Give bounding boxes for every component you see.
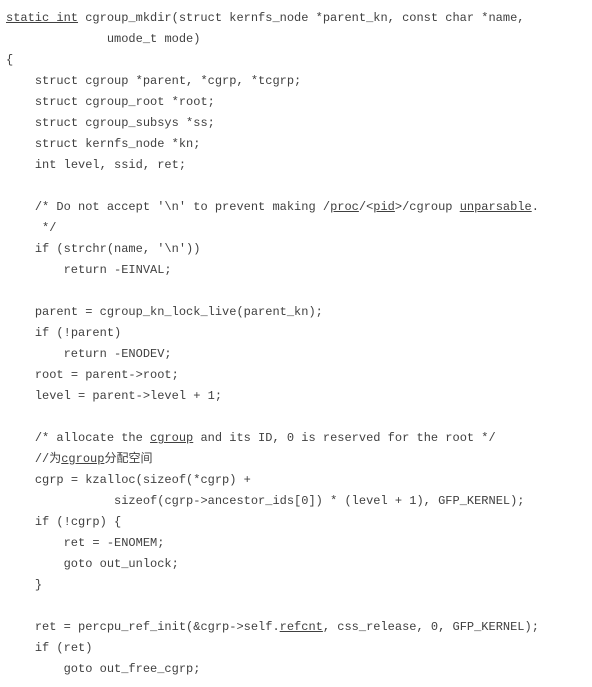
code-segment: umode_t mode)	[107, 32, 201, 46]
code-line: return -EINVAL;	[6, 263, 172, 277]
code-line: goto out_free_cgrp;	[6, 662, 200, 676]
code-segment: if (!parent)	[35, 326, 121, 340]
code-line: if (ret)	[6, 641, 92, 655]
code-line: //为cgroup分配空间	[6, 452, 152, 466]
code-underlined-segment: proc	[330, 200, 359, 214]
code-line: struct kernfs_node *kn;	[6, 137, 200, 151]
source-code-block: static int cgroup_mkdir(struct kernfs_no…	[0, 0, 592, 687]
code-segment: cgroup_mkdir(struct kernfs_node *parent_…	[78, 11, 524, 25]
code-segment: goto out_free_cgrp;	[64, 662, 201, 676]
code-segment: if (strchr(name, '\n'))	[35, 242, 201, 256]
code-line: umode_t mode)	[6, 32, 200, 46]
code-segment: return -EINVAL;	[64, 263, 172, 277]
code-segment: /<	[359, 200, 373, 214]
code-segment: root = parent->root;	[35, 368, 179, 382]
code-line: struct cgroup_subsys *ss;	[6, 116, 215, 130]
code-segment: ret = -ENOMEM;	[64, 536, 165, 550]
code-segment: , css_release, 0, GFP_KERNEL);	[323, 620, 539, 634]
code-segment: /* Do not accept '\n' to prevent making …	[35, 200, 330, 214]
code-underlined-segment: pid	[373, 200, 395, 214]
code-segment: struct cgroup_root *root;	[35, 95, 215, 109]
code-segment: sizeof(cgrp->ancestor_ids[0]) * (level +…	[114, 494, 524, 508]
code-line: root = parent->root;	[6, 368, 179, 382]
code-line: if (strchr(name, '\n'))	[6, 242, 200, 256]
code-underlined-segment: unparsable	[460, 200, 532, 214]
code-line: ret = -ENOMEM;	[6, 536, 164, 550]
code-segment: }	[35, 578, 42, 592]
code-line: return -ENODEV;	[6, 347, 172, 361]
code-underlined-segment: cgroup	[61, 452, 104, 466]
code-segment: ret = percpu_ref_init(&cgrp->self.	[35, 620, 280, 634]
code-line: /* Do not accept '\n' to prevent making …	[6, 200, 539, 214]
code-line: }	[6, 578, 42, 592]
code-line: struct cgroup *parent, *cgrp, *tcgrp;	[6, 74, 301, 88]
code-segment: >/cgroup	[395, 200, 460, 214]
code-segment: //为	[35, 452, 61, 466]
code-segment: {	[6, 53, 13, 67]
code-segment: .	[532, 200, 539, 214]
code-line: int level, ssid, ret;	[6, 158, 186, 172]
code-line: /* allocate the cgroup and its ID, 0 is …	[6, 431, 496, 445]
code-line: if (!cgrp) {	[6, 515, 121, 529]
code-line: static int cgroup_mkdir(struct kernfs_no…	[6, 11, 525, 25]
code-segment: int level, ssid, ret;	[35, 158, 186, 172]
code-line: sizeof(cgrp->ancestor_ids[0]) * (level +…	[6, 494, 525, 508]
code-segment: cgrp = kzalloc(sizeof(*cgrp) +	[35, 473, 251, 487]
code-line: parent = cgroup_kn_lock_live(parent_kn);	[6, 305, 323, 319]
code-segment: struct cgroup *parent, *cgrp, *tcgrp;	[35, 74, 301, 88]
code-segment: 分配空间	[104, 452, 152, 466]
code-segment: if (!cgrp) {	[35, 515, 121, 529]
code-segment: goto out_unlock;	[64, 557, 179, 571]
code-line: goto out_unlock;	[6, 557, 179, 571]
code-underlined-segment: cgroup	[150, 431, 193, 445]
code-segment: parent = cgroup_kn_lock_live(parent_kn);	[35, 305, 323, 319]
code-segment: /* allocate the	[35, 431, 150, 445]
code-underlined-segment: static int	[6, 11, 78, 25]
code-line: ret = percpu_ref_init(&cgrp->self.refcnt…	[6, 620, 539, 634]
code-segment: return -ENODEV;	[64, 347, 172, 361]
code-line: struct cgroup_root *root;	[6, 95, 215, 109]
code-segment: if (ret)	[35, 641, 93, 655]
code-underlined-segment: refcnt	[280, 620, 323, 634]
code-segment: struct cgroup_subsys *ss;	[35, 116, 215, 130]
code-line: cgrp = kzalloc(sizeof(*cgrp) +	[6, 473, 251, 487]
code-segment: */	[42, 221, 56, 235]
code-segment: level = parent->level + 1;	[35, 389, 222, 403]
code-line: if (!parent)	[6, 326, 121, 340]
code-segment: and its ID, 0 is reserved for the root *…	[193, 431, 495, 445]
code-line: {	[6, 53, 13, 67]
code-line: */	[6, 221, 56, 235]
code-segment: struct kernfs_node *kn;	[35, 137, 201, 151]
code-line: level = parent->level + 1;	[6, 389, 222, 403]
